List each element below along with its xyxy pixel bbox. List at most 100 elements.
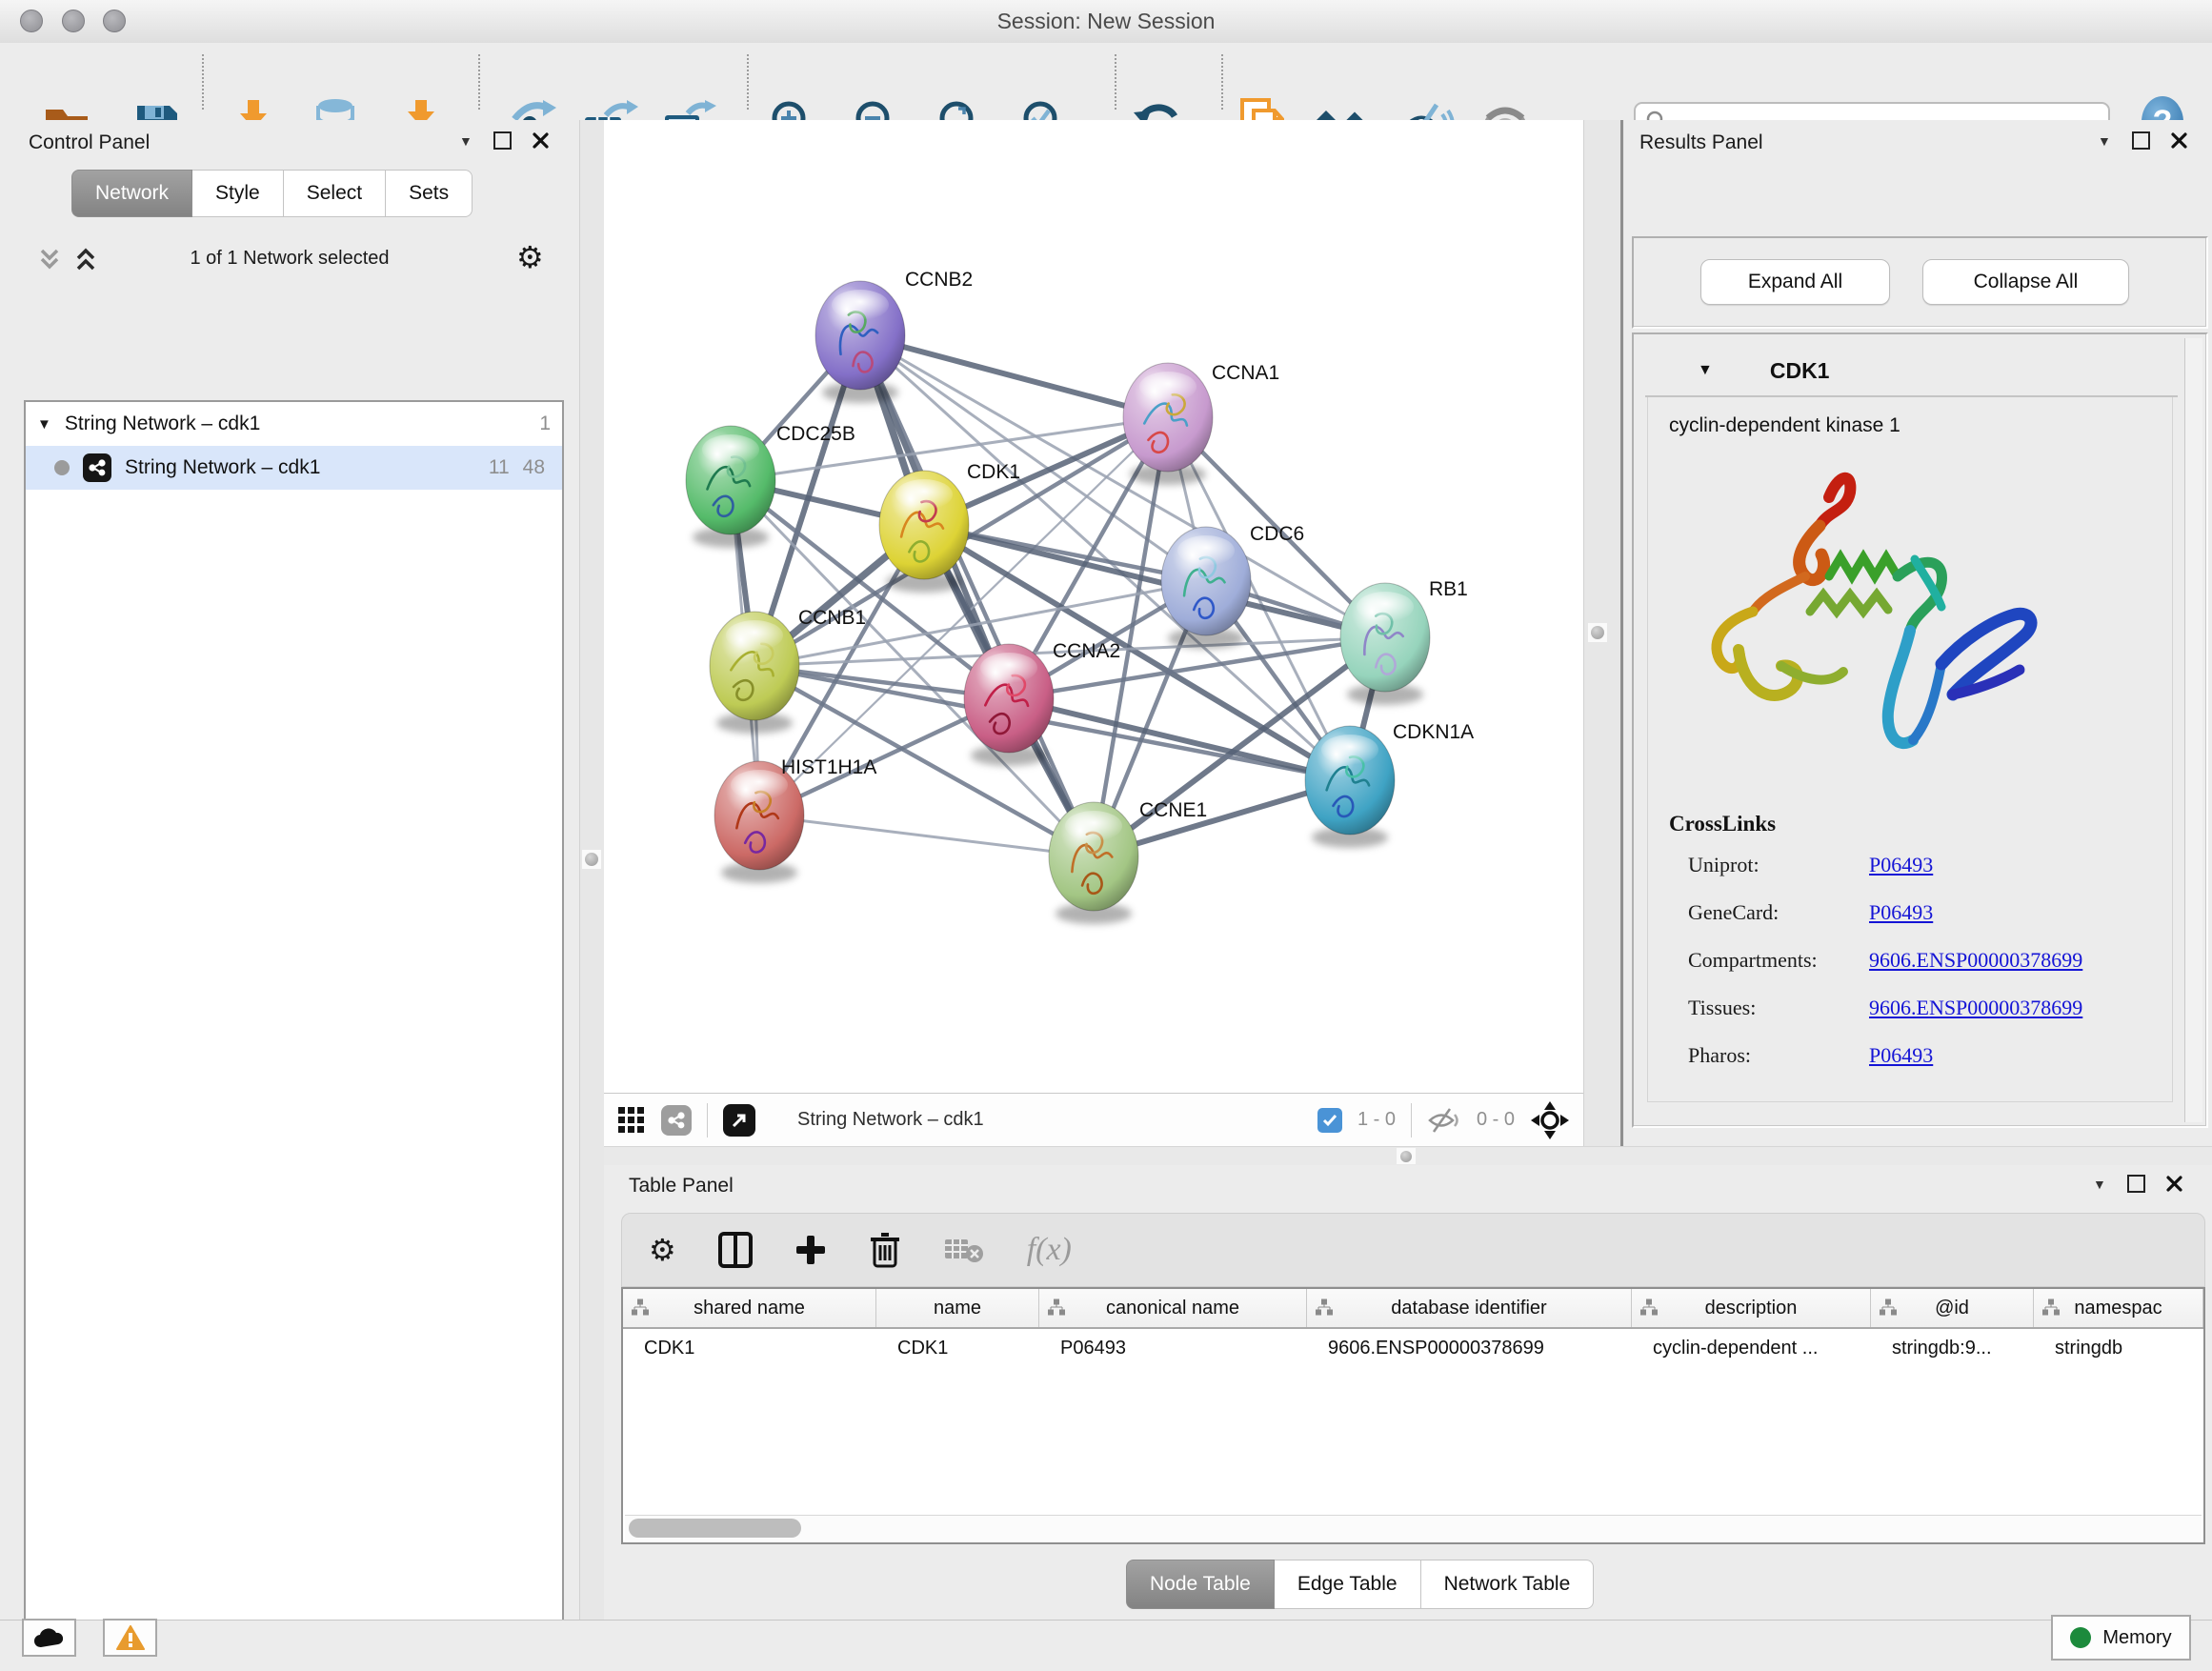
- network-nodes: CCNB2CCNA1CDC25BCDK1CDC6RB1CCNB1CCNA2CDK…: [686, 269, 1474, 924]
- status-bar: Memory: [0, 1620, 2212, 1671]
- column-header-name[interactable]: name: [876, 1289, 1039, 1327]
- hidden-eye-icon[interactable]: [1427, 1107, 1461, 1134]
- column-header-canonical-name[interactable]: canonical name: [1039, 1289, 1307, 1327]
- gene-section-body: cyclin-dependent kinase 1: [1647, 397, 2173, 1102]
- gene-section-header[interactable]: ▼ CDK1: [1645, 346, 2178, 397]
- tab-style[interactable]: Style: [192, 170, 284, 217]
- string-network-icon: [83, 453, 111, 482]
- crosslink-row: Tissues:9606.ENSP00000378699: [1688, 996, 2145, 1020]
- toolbar-separator: [202, 54, 204, 110]
- crosslink-row: Uniprot:P06493: [1688, 853, 2145, 877]
- network-options-gear-icon[interactable]: ⚙: [516, 242, 544, 272]
- table-cell: stringdb: [2034, 1329, 2203, 1367]
- collection-expand-icon[interactable]: ▼: [37, 416, 51, 433]
- tab-edge-table[interactable]: Edge Table: [1275, 1560, 1421, 1609]
- network-edge[interactable]: [860, 335, 1094, 856]
- toolbar-separator: [747, 54, 749, 110]
- memory-button[interactable]: Memory: [2051, 1615, 2191, 1661]
- column-header-description[interactable]: description: [1632, 1289, 1871, 1327]
- table-tabs: Node Table Edge Table Network Table: [1126, 1560, 1594, 1609]
- network-node[interactable]: [1340, 583, 1430, 705]
- collapse-all-button[interactable]: Collapse All: [1922, 259, 2129, 305]
- network-node[interactable]: [710, 612, 799, 734]
- bottom-splitter[interactable]: [604, 1146, 2212, 1167]
- network-node[interactable]: [815, 281, 905, 403]
- column-header-database-identifier[interactable]: database identifier: [1307, 1289, 1632, 1327]
- network-node[interactable]: [714, 761, 804, 883]
- network-edge[interactable]: [759, 815, 1094, 856]
- network-label: String Network – cdk1: [125, 456, 475, 479]
- network-node-count: 11: [489, 456, 510, 479]
- results-panel-float-icon[interactable]: ▼: [2098, 133, 2111, 149]
- crosslink-link[interactable]: 9606.ENSP00000378699: [1869, 948, 2082, 973]
- show-columns-icon[interactable]: [718, 1232, 753, 1268]
- table-cell: 9606.ENSP00000378699: [1307, 1329, 1632, 1367]
- node-label: CDK1: [967, 461, 1020, 483]
- network-node[interactable]: [1123, 363, 1213, 485]
- cytoscape-window: Session: New Session: [0, 0, 2212, 1671]
- node-label: HIST1H1A: [781, 756, 876, 778]
- table-panel-close-icon[interactable]: [2166, 1176, 2182, 1192]
- table-cell: stringdb:9...: [1871, 1329, 2034, 1367]
- column-header--id[interactable]: @id: [1871, 1289, 2034, 1327]
- birdseye-icon[interactable]: [1530, 1100, 1570, 1140]
- tab-select[interactable]: Select: [284, 170, 386, 217]
- left-splitter[interactable]: [579, 120, 606, 1620]
- results-panel-maximize-icon[interactable]: [2132, 131, 2150, 150]
- results-scroll-area: ▼ CDK1 cyclin-dependent kinase 1: [1632, 332, 2208, 1128]
- gene-collapse-icon[interactable]: ▼: [1698, 362, 1713, 379]
- control-panel-float-icon[interactable]: ▼: [459, 133, 473, 149]
- column-header-shared-name[interactable]: shared name: [623, 1289, 876, 1327]
- table-panel-float-icon[interactable]: ▼: [2093, 1177, 2106, 1192]
- crosslink-label: Uniprot:: [1688, 853, 1869, 877]
- table-options-gear-icon[interactable]: ⚙: [649, 1235, 676, 1265]
- table-cell: CDK1: [876, 1329, 1039, 1367]
- crosslinks-title: CrossLinks: [1669, 812, 1776, 836]
- network-view-share-icon[interactable]: [661, 1105, 692, 1136]
- tab-network-table[interactable]: Network Table: [1421, 1560, 1595, 1609]
- crosslinks-list: Uniprot:P06493GeneCard:P06493Compartment…: [1688, 853, 2145, 1091]
- table-cell: cyclin-dependent ...: [1632, 1329, 1871, 1367]
- table-horizontal-scrollbar[interactable]: [625, 1515, 2202, 1540]
- tab-node-table[interactable]: Node Table: [1126, 1560, 1275, 1609]
- control-panel-maximize-icon[interactable]: [493, 131, 512, 150]
- table-toolbar: ⚙ f(x): [621, 1213, 2205, 1287]
- gene-name: CDK1: [1770, 358, 1830, 384]
- crosslink-link[interactable]: P06493: [1869, 900, 1933, 925]
- network-collection-row[interactable]: ▼ String Network – cdk1 1: [26, 402, 562, 446]
- network-row-selected[interactable]: String Network – cdk1 11 48: [26, 446, 562, 490]
- delete-column-icon[interactable]: [869, 1232, 901, 1268]
- left-splitter-handle[interactable]: [582, 850, 601, 869]
- scrollbar-thumb[interactable]: [629, 1519, 801, 1538]
- selected-checkbox-icon[interactable]: [1317, 1108, 1342, 1133]
- protein-structure-image: [1686, 454, 2058, 788]
- toolbar-separator: [478, 54, 480, 110]
- warning-status-button[interactable]: [103, 1619, 157, 1657]
- network-node[interactable]: [686, 426, 775, 548]
- network-node[interactable]: [1049, 802, 1138, 924]
- table-panel-maximize-icon[interactable]: [2127, 1175, 2145, 1193]
- right-splitter[interactable]: [1583, 120, 1626, 1146]
- function-builder-icon[interactable]: f(x): [1027, 1232, 1072, 1268]
- cloud-status-button[interactable]: [22, 1619, 76, 1657]
- column-header-namespac[interactable]: namespac: [2034, 1289, 2203, 1327]
- right-splitter-handle[interactable]: [1588, 623, 1607, 642]
- network-node[interactable]: [1305, 726, 1395, 848]
- expand-all-button[interactable]: Expand All: [1700, 259, 1890, 305]
- crosslink-link[interactable]: P06493: [1869, 853, 1933, 877]
- tab-network[interactable]: Network: [71, 170, 192, 217]
- control-panel-close-icon[interactable]: [533, 132, 549, 149]
- add-column-icon[interactable]: [794, 1234, 827, 1266]
- delete-table-icon[interactable]: [943, 1234, 985, 1266]
- table-row[interactable]: CDK1CDK1P064939606.ENSP00000378699cyclin…: [623, 1329, 2203, 1367]
- network-canvas[interactable]: CCNB2CCNA1CDC25BCDK1CDC6RB1CCNB1CCNA2CDK…: [604, 120, 1583, 1093]
- bottom-splitter-handle[interactable]: [1397, 1148, 1416, 1164]
- crosslink-link[interactable]: 9606.ENSP00000378699: [1869, 996, 2082, 1020]
- tab-sets[interactable]: Sets: [386, 170, 473, 217]
- results-scrollbar[interactable]: [2184, 338, 2202, 1122]
- grid-view-icon[interactable]: [617, 1106, 646, 1135]
- results-panel-close-icon[interactable]: [2171, 132, 2187, 149]
- network-node[interactable]: [1161, 527, 1251, 649]
- crosslink-link[interactable]: P06493: [1869, 1043, 1933, 1068]
- detach-view-icon[interactable]: [723, 1104, 755, 1137]
